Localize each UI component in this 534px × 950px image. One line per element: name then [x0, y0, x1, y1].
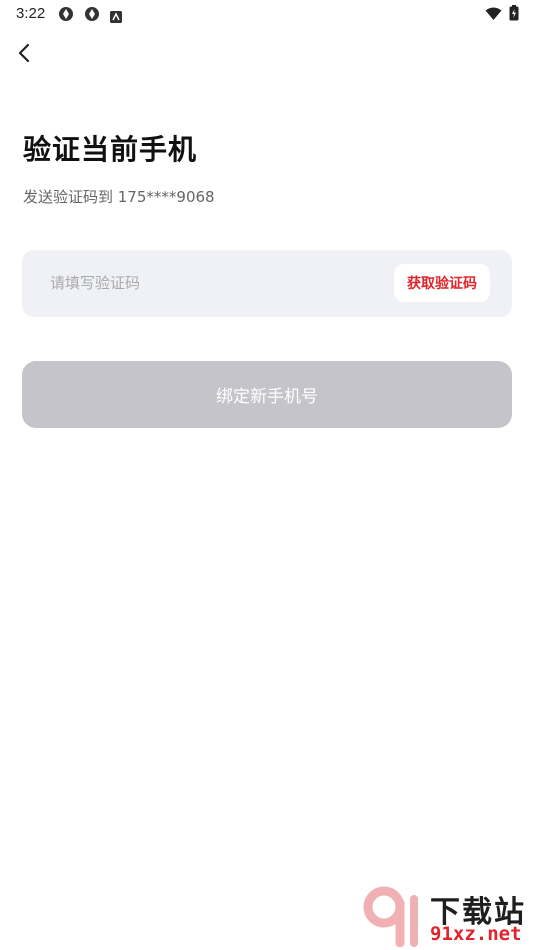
verification-code-input[interactable] — [36, 262, 376, 304]
watermark-logo-icon — [363, 886, 418, 947]
app-icon-1 — [58, 6, 74, 22]
battery-icon — [509, 5, 525, 21]
chevron-left-icon — [18, 43, 30, 63]
status-bar: 3:22 — [0, 0, 534, 28]
back-button[interactable] — [12, 40, 38, 66]
verification-code-box: 获取验证码 — [22, 250, 512, 317]
page-subtitle: 发送验证码到 175****9068 — [23, 188, 215, 206]
app-icon-2 — [84, 6, 100, 22]
notification-icon — [110, 8, 126, 24]
watermark-url: 91xz.net — [430, 923, 522, 945]
watermark: 下载站 91xz.net — [362, 885, 532, 947]
get-code-button[interactable]: 获取验证码 — [394, 264, 490, 302]
status-time: 3:22 — [16, 5, 46, 22]
bind-new-phone-button[interactable]: 绑定新手机号 — [22, 361, 512, 428]
wifi-icon — [485, 6, 502, 22]
page-title: 验证当前手机 — [23, 133, 198, 166]
